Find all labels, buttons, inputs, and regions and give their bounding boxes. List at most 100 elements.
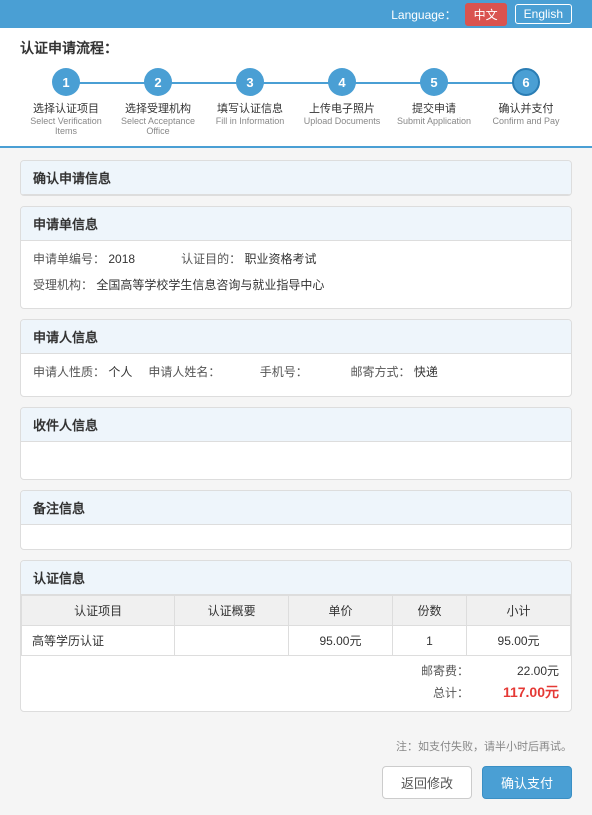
step-item-3: 3 填写认证信息Fill in Information xyxy=(204,68,296,126)
step-label-cn-6: 确认并支付 xyxy=(492,100,559,116)
step-circle-4: 4 xyxy=(328,68,356,96)
total-label: 总计： xyxy=(433,684,469,701)
name-item: 申请人姓名： xyxy=(148,362,243,384)
order-label: 申请单编号： xyxy=(33,252,105,266)
col-quantity: 份数 xyxy=(392,596,466,626)
step-label-cn-4: 上传电子照片 xyxy=(304,100,381,116)
step-label-en-2: Select Acceptance Office xyxy=(112,116,204,136)
step-circle-1: 1 xyxy=(52,68,80,96)
steps-container: 认证申请流程： 1 选择认证项目Select Verification Items… xyxy=(0,28,592,148)
apply-info-box: 申请单信息 申请单编号： 2018 认证目的： 职业资格考试 受理机构： 全国高… xyxy=(20,206,572,309)
step-labels-6: 确认并支付Confirm and Pay xyxy=(492,100,559,126)
type-label: 申请人性质： xyxy=(33,365,105,379)
org-label: 受理机构： xyxy=(33,278,93,292)
cert-type-label: 认证目的： xyxy=(181,252,241,266)
row-quantity: 1 xyxy=(392,626,466,656)
address-value: 快递 xyxy=(414,365,438,379)
step-circle-6: 6 xyxy=(512,68,540,96)
step-label-en-6: Confirm and Pay xyxy=(492,116,559,126)
type-value: 个人 xyxy=(108,365,132,379)
apply-info-row: 申请单编号： 2018 认证目的： 职业资格考试 受理机构： 全国高等学校学生信… xyxy=(33,249,559,296)
table-row: 高等学历认证 95.00元 1 95.00元 xyxy=(22,626,571,656)
postage-value: 22.00元 xyxy=(489,662,559,679)
confirm-header: 确认申请信息 xyxy=(21,161,571,195)
cert-info-box: 认证信息 认证项目 认证概要 单价 份数 小计 高等学历认证 95.00元 1 xyxy=(20,560,572,712)
recipient-info-body xyxy=(21,442,571,480)
name-value xyxy=(224,362,244,384)
lang-zh-button[interactable]: 中文 xyxy=(465,3,507,26)
phone-item: 手机号： xyxy=(260,362,335,384)
org-value: 全国高等学校学生信息咨询与就业指导中心 xyxy=(96,278,324,292)
grand-total-row: 总计： 117.00元 xyxy=(33,682,559,702)
step-label-en-1: Select Verification Items xyxy=(20,116,112,136)
step-item-6: 6 确认并支付Confirm and Pay xyxy=(480,68,572,126)
col-item: 认证项目 xyxy=(22,596,175,626)
applicant-info-body: 申请人性质： 个人 申请人姓名： 手机号： 邮寄方式： 快递 xyxy=(21,354,571,396)
name-label: 申请人姓名： xyxy=(148,365,220,379)
footer-buttons: 返回修改 确认支付 xyxy=(0,758,592,815)
step-circle-3: 3 xyxy=(236,68,264,96)
main-content: 确认申请信息 申请单信息 申请单编号： 2018 认证目的： 职业资格考试 受理… xyxy=(0,148,592,734)
row-summary xyxy=(175,626,289,656)
table-header-row: 认证项目 认证概要 单价 份数 小计 xyxy=(22,596,571,626)
cert-table: 认证项目 认证概要 单价 份数 小计 高等学历认证 95.00元 1 95.00… xyxy=(21,595,571,656)
cert-type-item: 认证目的： 职业资格考试 xyxy=(181,249,316,271)
step-label-en-4: Upload Documents xyxy=(304,116,381,126)
address-label: 邮寄方式： xyxy=(350,365,410,379)
step-label-en-3: Fill in Information xyxy=(216,116,285,126)
back-button[interactable]: 返回修改 xyxy=(382,766,472,799)
step-label-en-5: Submit Application xyxy=(397,116,471,126)
remarks-box: 备注信息 xyxy=(20,490,572,550)
postage-row: 邮寄费： 22.00元 xyxy=(33,662,559,679)
apply-info-header: 申请单信息 xyxy=(21,207,571,241)
postage-label: 邮寄费： xyxy=(421,662,469,679)
applicant-info-row: 申请人性质： 个人 申请人姓名： 手机号： 邮寄方式： 快递 xyxy=(33,362,559,384)
lang-en-button[interactable]: English xyxy=(515,4,572,24)
recipient-value xyxy=(33,450,100,472)
step-label-cn-2: 选择受理机构 xyxy=(112,100,204,116)
language-label: Language： xyxy=(391,6,456,23)
col-subtotal: 小计 xyxy=(467,596,571,626)
applicant-info-box: 申请人信息 申请人性质： 个人 申请人姓名： 手机号： 邮寄方式： xyxy=(20,319,572,397)
steps-row: 1选择认证项目Select Verification Items2选择受理机构S… xyxy=(20,68,572,146)
remarks-body xyxy=(21,525,571,549)
step-label-cn-5: 提交申请 xyxy=(397,100,471,116)
confirm-header-box: 确认申请信息 xyxy=(20,160,572,196)
remarks-header: 备注信息 xyxy=(21,491,571,525)
step-labels-4: 上传电子照片Upload Documents xyxy=(304,100,381,126)
step-circle-5: 5 xyxy=(420,68,448,96)
confirm-button[interactable]: 确认支付 xyxy=(482,766,572,799)
cert-info-header: 认证信息 xyxy=(21,561,571,595)
step-labels-2: 选择受理机构Select Acceptance Office xyxy=(112,100,204,136)
step-item-1: 1 选择认证项目Select Verification Items xyxy=(20,68,112,136)
step-circle-2: 2 xyxy=(144,68,172,96)
type-item: 申请人性质： 个人 xyxy=(33,362,132,384)
col-unit-price: 单价 xyxy=(289,596,393,626)
step-labels-5: 提交申请Submit Application xyxy=(397,100,471,126)
recipient-info-header: 收件人信息 xyxy=(21,408,571,442)
apply-info-body: 申请单编号： 2018 认证目的： 职业资格考试 受理机构： 全国高等学校学生信… xyxy=(21,241,571,308)
col-summary: 认证概要 xyxy=(175,596,289,626)
org-item: 受理机构： 全国高等学校学生信息咨询与就业指导中心 xyxy=(33,275,324,297)
note-text: 注：如支付失败，请半小时后再试。 xyxy=(0,734,592,758)
total-value: 117.00元 xyxy=(489,682,559,702)
step-labels-3: 填写认证信息Fill in Information xyxy=(216,100,285,126)
recipient-info-box: 收件人信息 xyxy=(20,407,572,481)
total-section: 邮寄费： 22.00元 总计： 117.00元 xyxy=(21,656,571,711)
step-labels-1: 选择认证项目Select Verification Items xyxy=(20,100,112,136)
row-item: 高等学历认证 xyxy=(22,626,175,656)
step-label-cn-3: 填写认证信息 xyxy=(216,100,285,116)
applicant-info-header: 申请人信息 xyxy=(21,320,571,354)
step-item-4: 4 上传电子照片Upload Documents xyxy=(296,68,388,126)
step-item-5: 5 提交申请Submit Application xyxy=(388,68,480,126)
row-unit-price: 95.00元 xyxy=(289,626,393,656)
step-label-cn-1: 选择认证项目 xyxy=(20,100,112,116)
row-subtotal: 95.00元 xyxy=(467,626,571,656)
steps-title: 认证申请流程： xyxy=(20,38,572,58)
order-item: 申请单编号： 2018 xyxy=(33,249,165,271)
order-value-blurred xyxy=(138,249,165,271)
phone-value xyxy=(311,362,334,384)
address-item: 邮寄方式： 快递 xyxy=(350,362,437,384)
phone-label: 手机号： xyxy=(260,365,308,379)
cert-type-value: 职业资格考试 xyxy=(244,252,316,266)
